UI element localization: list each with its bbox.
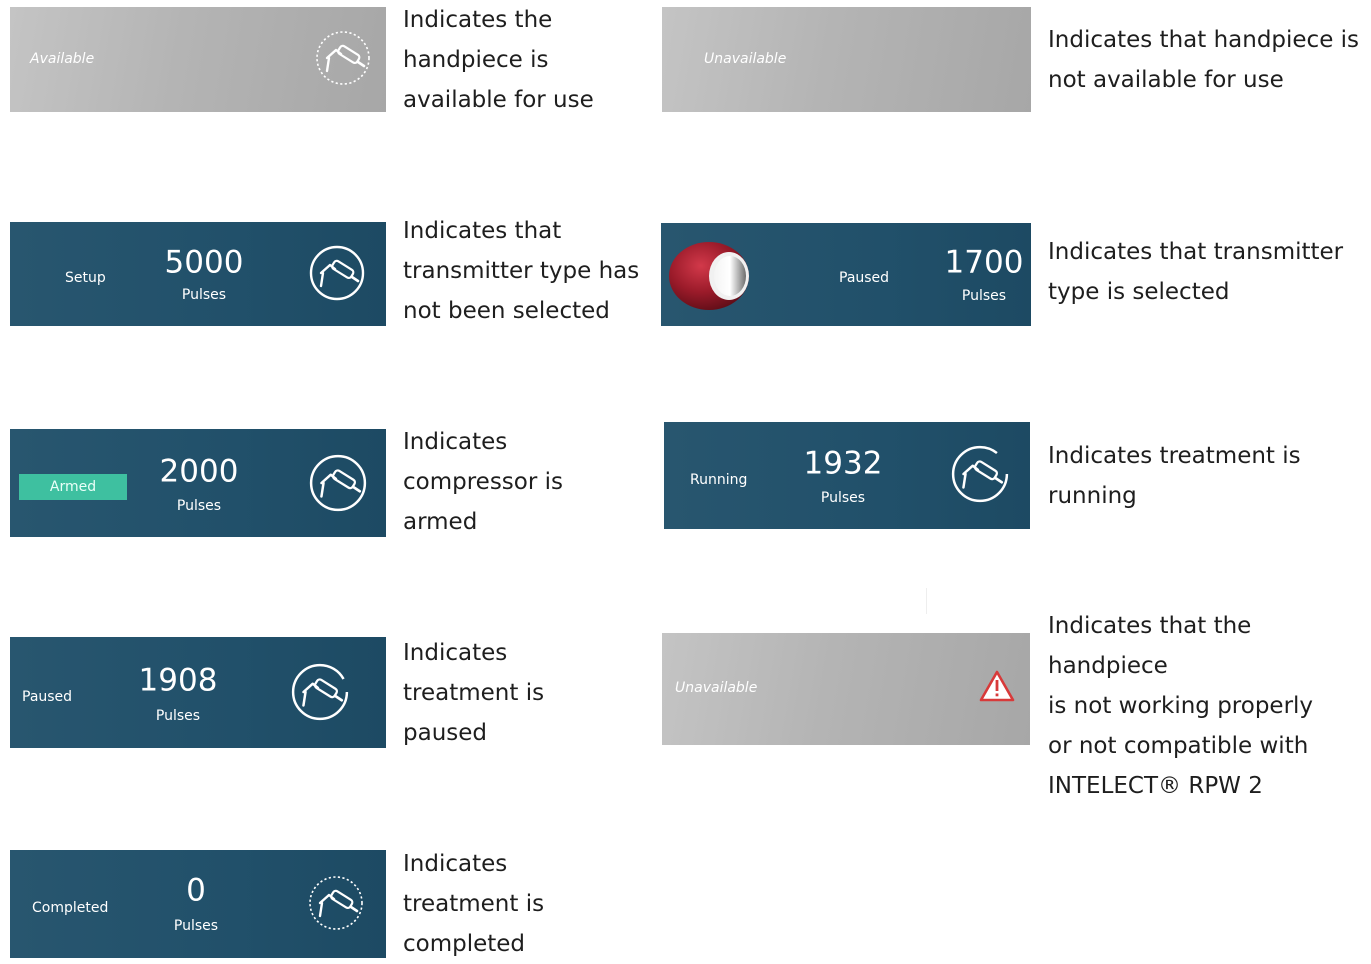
description-line: Indicates the bbox=[403, 7, 553, 33]
description-available: Indicates the handpiece is available for… bbox=[403, 0, 594, 120]
description-line: running bbox=[1048, 483, 1137, 509]
handpiece-status-paused: Paused 1908 Pulses bbox=[10, 637, 386, 748]
description-running: Indicates treatment is running bbox=[1048, 436, 1301, 516]
status-label: Available bbox=[30, 51, 95, 67]
description-line: Indicates that handpiece is bbox=[1048, 27, 1360, 53]
description-line: Indicates that the handpiece bbox=[1048, 613, 1252, 679]
description-line: treatment is bbox=[403, 891, 545, 917]
description-line: not been selected bbox=[403, 298, 610, 324]
description-line: handpiece is bbox=[403, 47, 549, 73]
description-line: Indicates bbox=[403, 640, 508, 666]
status-label: Setup bbox=[65, 270, 106, 286]
pulse-unit: Pulses bbox=[176, 498, 222, 514]
pulse-unit: Pulses bbox=[961, 288, 1007, 304]
handpiece-status-armed: Armed 2000 Pulses bbox=[10, 429, 386, 537]
description-paused: Indicates treatment is paused bbox=[403, 633, 544, 753]
pulse-count: 1700 bbox=[944, 244, 1024, 281]
pulse-unit: Pulses bbox=[155, 708, 201, 724]
description-line: treatment is bbox=[403, 680, 545, 706]
description-line: available for use bbox=[403, 87, 594, 113]
handpiece-status-setup: Setup 5000 Pulses bbox=[10, 222, 386, 326]
handpiece-status-completed: Completed 0 Pulses bbox=[10, 850, 386, 958]
description-line: paused bbox=[403, 720, 488, 746]
transmitter-cap-icon bbox=[663, 234, 759, 318]
status-label: Unavailable bbox=[675, 680, 758, 696]
description-line: is not working properly bbox=[1048, 693, 1314, 719]
description-line: Indicates treatment is bbox=[1048, 443, 1301, 469]
pulse-count: 0 bbox=[186, 872, 206, 909]
description-armed: Indicates compressor is armed bbox=[403, 422, 563, 542]
description-line: Indicates that bbox=[403, 218, 562, 244]
handpiece-icon bbox=[308, 453, 368, 517]
handpiece-icon bbox=[307, 874, 365, 936]
warning-triangle-icon bbox=[979, 670, 1015, 706]
description-line: compressor is bbox=[403, 469, 564, 495]
status-label: Completed bbox=[32, 900, 109, 916]
handpiece-status-unavailable: Unavailable bbox=[662, 7, 1031, 112]
description-line: or not compatible with bbox=[1048, 733, 1309, 759]
description-line: type is selected bbox=[1048, 279, 1230, 305]
pulse-unit: Pulses bbox=[820, 490, 866, 506]
description-line: Indicates bbox=[403, 429, 508, 455]
handpiece-icon bbox=[950, 444, 1010, 508]
description-line: Indicates bbox=[403, 851, 508, 877]
pulse-count: 1908 bbox=[138, 662, 218, 699]
description-line: not available for use bbox=[1048, 67, 1284, 93]
status-label: Armed bbox=[49, 479, 97, 495]
handpiece-icon bbox=[290, 662, 350, 726]
status-label: Paused bbox=[839, 270, 890, 286]
status-label: Paused bbox=[22, 689, 73, 705]
description-line: completed bbox=[403, 931, 526, 957]
divider bbox=[926, 588, 927, 614]
status-label: Unavailable bbox=[704, 51, 787, 67]
pulse-count: 5000 bbox=[164, 244, 244, 281]
pulse-count: 2000 bbox=[159, 453, 239, 490]
handpiece-status-error: Unavailable bbox=[662, 633, 1030, 745]
description-transmitter-selected: Indicates that transmitter type is selec… bbox=[1048, 232, 1343, 312]
description-setup: Indicates that transmitter type has not … bbox=[403, 211, 639, 331]
description-unavailable: Indicates that handpiece is not availabl… bbox=[1048, 20, 1359, 100]
handpiece-status-running: Running 1932 Pulses bbox=[664, 422, 1030, 529]
description-error: Indicates that the handpiece is not work… bbox=[1048, 606, 1371, 806]
handpiece-icon bbox=[314, 29, 372, 91]
handpiece-status-transmitter-selected: Paused 1700 Pulses bbox=[661, 223, 1031, 326]
pulse-count: 1932 bbox=[803, 445, 883, 482]
pulse-unit: Pulses bbox=[173, 918, 219, 934]
description-completed: Indicates treatment is completed bbox=[403, 844, 544, 964]
description-line: transmitter type has bbox=[403, 258, 640, 284]
armed-badge: Armed bbox=[19, 474, 127, 500]
handpiece-status-available: Available bbox=[10, 7, 386, 112]
pulse-unit: Pulses bbox=[181, 287, 227, 303]
description-line: Indicates that transmitter bbox=[1048, 239, 1344, 265]
description-line: INTELECT® RPW 2 bbox=[1048, 773, 1263, 799]
status-label: Running bbox=[690, 472, 748, 488]
handpiece-icon bbox=[308, 244, 366, 306]
description-line: armed bbox=[403, 509, 478, 535]
